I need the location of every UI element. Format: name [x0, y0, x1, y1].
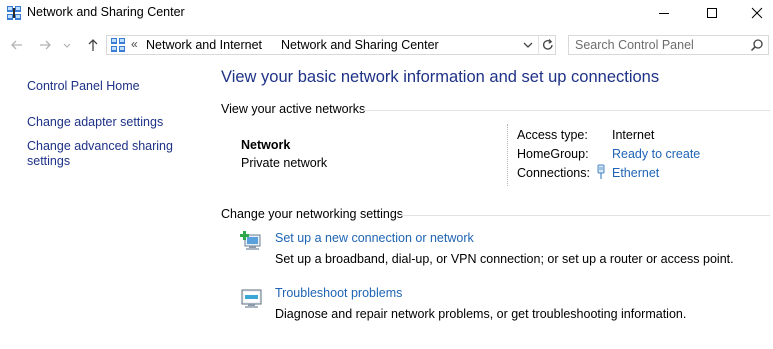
- control-panel-icon: [111, 38, 125, 52]
- troubleshoot-icon[interactable]: [240, 287, 264, 309]
- change-advanced-sharing-settings-link[interactable]: Change advanced sharing settings: [27, 139, 197, 169]
- close-button[interactable]: [734, 0, 773, 26]
- homegroup-label: HomeGroup:: [517, 147, 589, 161]
- homegroup-ready-to-create-link[interactable]: Ready to create: [612, 147, 700, 161]
- access-type-value: Internet: [612, 128, 655, 142]
- recent-locations-button[interactable]: [61, 36, 73, 54]
- minimize-icon: [659, 13, 669, 14]
- section-divider: [401, 215, 770, 216]
- forward-button[interactable]: [36, 36, 54, 54]
- control-panel-home-link[interactable]: Control Panel Home: [27, 79, 140, 94]
- breadcrumb-overflow-chevron[interactable]: «: [131, 37, 138, 51]
- change-adapter-settings-link[interactable]: Change adapter settings: [27, 115, 163, 130]
- section-divider: [362, 110, 770, 111]
- breadcrumb-separator[interactable]: ›: [248, 37, 252, 51]
- up-arrow-icon: [88, 39, 98, 51]
- ethernet-connection-link[interactable]: Ethernet: [612, 166, 659, 180]
- window-title: Network and Sharing Center: [27, 5, 185, 19]
- breadcrumb-network-and-sharing-center[interactable]: Network and Sharing Center: [281, 38, 439, 52]
- network-name: Network: [241, 138, 291, 152]
- breadcrumb-network-and-internet[interactable]: Network and Internet: [146, 38, 262, 52]
- network-sharing-icon: [7, 6, 21, 20]
- forward-arrow-icon: [40, 40, 51, 50]
- address-divider: [538, 36, 539, 54]
- access-type-label: Access type:: [517, 128, 588, 142]
- back-button[interactable]: [8, 36, 26, 54]
- troubleshoot-problems-description: Diagnose and repair network problems, or…: [275, 307, 687, 321]
- set-up-new-connection-description: Set up a broadband, dial-up, or VPN conn…: [275, 252, 734, 266]
- new-connection-icon[interactable]: [240, 230, 264, 252]
- networking-settings-label: Change your networking settings: [221, 207, 404, 221]
- active-networks-label: View your active networks: [221, 102, 366, 116]
- up-button[interactable]: [84, 36, 102, 54]
- network-sharing-center-window: Network and Sharing Center « Network and…: [0, 0, 773, 349]
- troubleshoot-problems-link[interactable]: Troubleshoot problems: [275, 286, 402, 300]
- chevron-down-icon: [63, 43, 71, 48]
- ethernet-icon[interactable]: [595, 164, 607, 180]
- minimize-button[interactable]: [641, 0, 687, 26]
- network-info-divider: [507, 124, 508, 186]
- back-arrow-icon: [11, 40, 22, 50]
- refresh-button[interactable]: [540, 37, 556, 53]
- maximize-button[interactable]: [689, 0, 735, 26]
- close-icon: [751, 7, 763, 19]
- chevron-down-icon: [523, 42, 533, 48]
- network-type[interactable]: Private network: [241, 156, 327, 170]
- set-up-new-connection-link[interactable]: Set up a new connection or network: [275, 231, 474, 245]
- maximize-icon: [707, 8, 717, 18]
- search-box[interactable]: [568, 35, 769, 55]
- search-icon[interactable]: [750, 38, 764, 52]
- refresh-icon: [542, 39, 553, 50]
- address-bar[interactable]: « Network and Internet › Network and Sha…: [106, 35, 556, 55]
- connections-label: Connections:: [517, 166, 590, 180]
- address-dropdown-button[interactable]: [521, 38, 535, 52]
- search-input[interactable]: [575, 37, 745, 53]
- page-title: View your basic network information and …: [221, 68, 660, 86]
